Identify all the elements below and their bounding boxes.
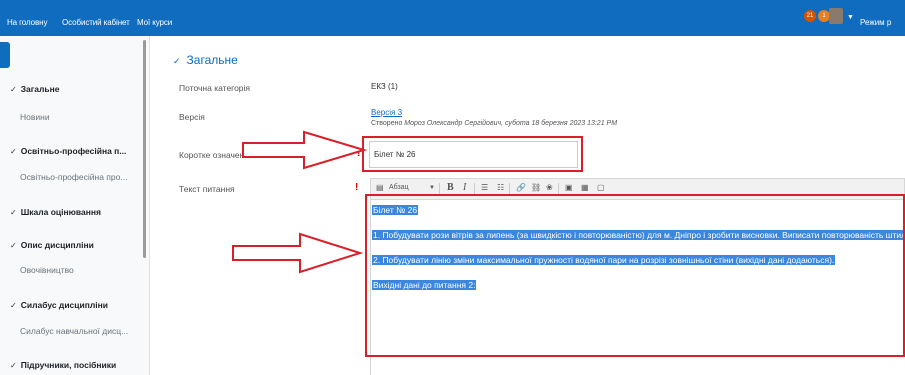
sidebar-item-vegetable-growing[interactable]: Овочівництво bbox=[20, 265, 74, 275]
annotation-arrow-icon bbox=[232, 232, 364, 274]
annotation-box-short-name bbox=[362, 136, 583, 172]
chevron-down-icon[interactable]: ✓ bbox=[173, 56, 181, 66]
sidebar-section-general[interactable]: ✓ Загальне bbox=[10, 84, 60, 94]
file-icon[interactable]: ▢ bbox=[597, 183, 605, 192]
annotation-arrow-icon bbox=[242, 130, 368, 170]
chevron-down-icon[interactable]: ✓ bbox=[10, 208, 17, 217]
sidebar-item-syllabus[interactable]: Силабус навчальної дисц... bbox=[20, 326, 128, 336]
question-text-label: Текст питання bbox=[179, 184, 235, 194]
numbered-list-icon[interactable]: ☷ bbox=[497, 183, 504, 192]
chevron-down-icon[interactable]: ▼ bbox=[847, 14, 854, 21]
italic-icon[interactable]: I bbox=[463, 182, 466, 193]
notification-bell-icon[interactable]: 21 bbox=[804, 10, 816, 22]
edit-mode-toggle-label[interactable]: Режим р bbox=[860, 18, 891, 27]
sidebar-section-textbooks[interactable]: ✓ Підручники, посібники bbox=[10, 360, 116, 370]
sidebar-item-program[interactable]: Освітньо-професійна про... bbox=[20, 172, 127, 182]
sidebar-section-description[interactable]: ✓ Опис дисципліни bbox=[10, 240, 94, 250]
media-icon[interactable]: ▦ bbox=[581, 183, 589, 192]
section-general-heading[interactable]: ✓ Загальне bbox=[173, 53, 238, 67]
version-link[interactable]: Версія 3 bbox=[371, 108, 402, 117]
current-category-value: ЕКЗ (1) bbox=[371, 82, 398, 91]
unlink-icon[interactable]: ⛓ bbox=[531, 183, 541, 192]
chevron-down-icon[interactable]: ✓ bbox=[10, 241, 17, 250]
top-navbar: На головну Особистий кабінет Мої курси 2… bbox=[0, 0, 905, 36]
image-icon[interactable]: ▣ bbox=[565, 183, 573, 192]
bullet-list-icon[interactable]: ☰ bbox=[481, 183, 488, 192]
chevron-down-icon[interactable]: ✓ bbox=[10, 301, 17, 310]
sidebar-item-news[interactable]: Новини bbox=[20, 112, 50, 122]
annotation-box-question-text bbox=[365, 194, 905, 357]
user-avatar[interactable] bbox=[829, 8, 843, 24]
chevron-down-icon[interactable]: ✓ bbox=[10, 85, 17, 94]
sidebar-section-syllabus[interactable]: ✓ Силабус дисципліни bbox=[10, 300, 108, 310]
sidebar-section-grading-scale[interactable]: ✓ Шкала оцінювання bbox=[10, 207, 101, 217]
nav-link-my-courses[interactable]: Мої курси bbox=[137, 18, 172, 27]
chevron-down-icon[interactable]: ▼ bbox=[429, 185, 435, 191]
chevron-down-icon[interactable]: ✓ bbox=[10, 361, 17, 370]
version-meta: Створено Мороз Олександр Сергійович, суб… bbox=[371, 120, 618, 127]
link-icon[interactable]: 🔗 bbox=[516, 183, 526, 192]
show-more-icon[interactable]: ▤ bbox=[376, 183, 384, 192]
bold-icon[interactable]: B bbox=[447, 182, 454, 193]
required-icon: ! bbox=[355, 182, 359, 193]
nav-link-dashboard[interactable]: Особистий кабінет bbox=[62, 18, 130, 27]
nav-link-home[interactable]: На головну bbox=[7, 18, 47, 27]
sidebar-scrollbar[interactable] bbox=[143, 40, 146, 258]
chevron-down-icon[interactable]: ✓ bbox=[10, 147, 17, 156]
version-label: Версія bbox=[179, 112, 205, 122]
sidebar-toggle-tab[interactable] bbox=[0, 42, 10, 68]
emoji-icon[interactable]: ❀ bbox=[546, 183, 553, 192]
paragraph-format-select[interactable]: Абзац bbox=[389, 184, 409, 191]
sidebar-section-program[interactable]: ✓ Освітньо-професійна п... bbox=[10, 146, 126, 156]
current-category-label: Поточна категорія bbox=[179, 83, 251, 93]
